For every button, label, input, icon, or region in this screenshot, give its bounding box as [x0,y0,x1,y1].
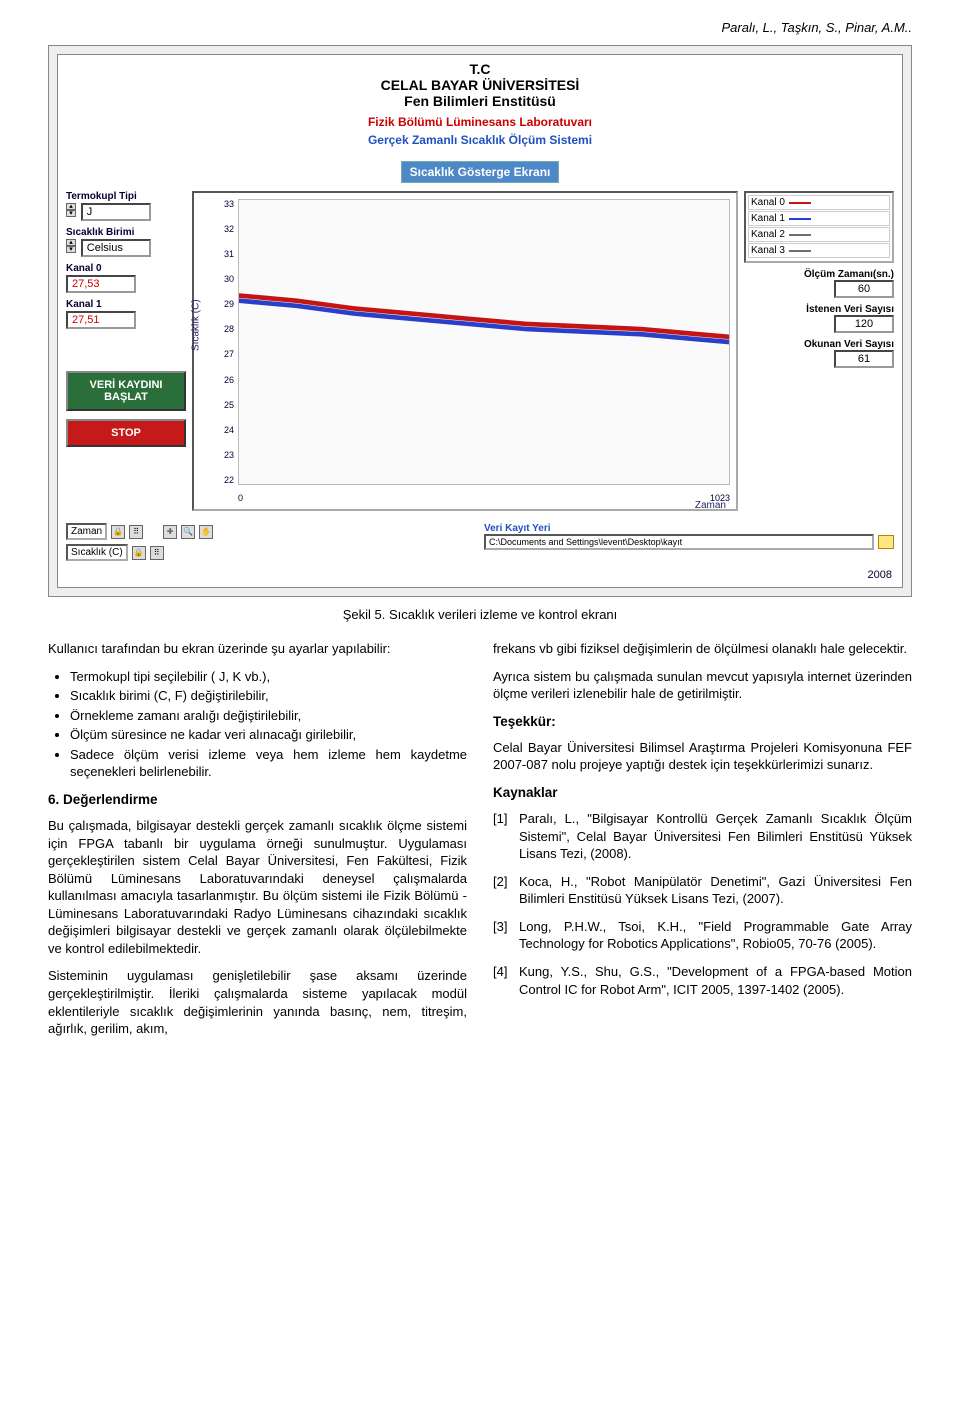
zoom-tool-icon[interactable]: 🔍 [181,525,195,539]
reference-item: [4]Kung, Y.S., Shu, G.S., "Development o… [493,963,912,998]
wanted-count-input[interactable]: 120 [834,315,894,333]
temp-unit-select[interactable]: Celsius [81,239,151,257]
legend-item-2: Kanal 2 [748,227,890,242]
thermocouple-stepper[interactable]: ▴▾ [66,203,78,217]
paragraph: Sisteminin uygulaması genişletilebilir ş… [48,967,467,1037]
x-ticks: 0 1023 [238,493,730,503]
temp-unit-stepper[interactable]: ▴▾ [66,239,78,253]
display-title: Sıcaklık Gösterge Ekranı [401,161,560,183]
format-icon[interactable]: ⠿ [150,546,164,560]
app-header: T.C CELAL BAYAR ÜNİVERSİTESİ Fen Bilimle… [58,55,902,157]
channel-0-label: Kanal 0 [66,263,186,274]
thermocouple-type-label: Termokupl Tipi [66,191,186,202]
plot-area [238,199,730,485]
measure-time-input[interactable]: 60 [834,280,894,298]
lock-icon[interactable]: 🔒 [132,546,146,560]
paragraph: Bu çalışmada, bilgisayar destekli gerçek… [48,817,467,957]
x-axis-label: Zaman [695,500,726,511]
header-line-1b: CELAL BAYAR ÜNİVERSİTESİ [66,77,894,93]
channel-1-label: Kanal 1 [66,299,186,310]
wanted-count-label: İstenen Veri Sayısı [744,304,894,315]
read-count-value: 61 [834,350,894,368]
paragraph: Kullanıcı tarafından bu ekran üzerinde ş… [48,640,467,658]
right-panel: Kanal 0 Kanal 1 Kanal 2 Kanal 3 Ölçüm Za… [744,191,894,511]
section-heading-thanks: Teşekkür: [493,713,912,731]
read-count-label: Okunan Veri Sayısı [744,339,894,350]
pan-tool-icon[interactable]: ✋ [199,525,213,539]
axis-controls: Zaman 🔒 ⠿ ✛ 🔍 ✋ Sıcaklık (C) 🔒 ⠿ [66,523,476,561]
x-axis-select[interactable]: Zaman [66,523,107,540]
start-record-button[interactable]: VERİ KAYDINI BAŞLAT [66,371,186,411]
figure-screenshot: T.C CELAL BAYAR ÜNİVERSİTESİ Fen Bilimle… [48,45,912,597]
cursor-tool-icon[interactable]: ✛ [163,525,177,539]
figure-caption: Şekil 5. Sıcaklık verileri izleme ve kon… [48,607,912,622]
reference-item: [2]Koca, H., "Robot Manipülatör Denetimi… [493,873,912,908]
list-item: Örnekleme zamanı aralığı değiştirilebili… [70,707,467,725]
legend-swatch-icon [789,202,811,204]
save-path-area: Veri Kayıt Yeri C:\Documents and Setting… [484,523,894,561]
column-left: Kullanıcı tarafından bu ekran üzerinde ş… [48,640,467,1048]
series-kanal-0 [239,296,729,337]
paragraph: frekans vb gibi fiziksel değişimlerin de… [493,640,912,658]
legend-swatch-icon [789,218,811,220]
legend-item-3: Kanal 3 [748,243,890,258]
save-path-label: Veri Kayıt Yeri [484,523,894,534]
section-heading-references: Kaynaklar [493,784,912,802]
reference-item: [3]Long, P.H.W., Tsoi, K.H., "Field Prog… [493,918,912,953]
temperature-chart: Sıcaklık (C) 3332 3130 2928 2726 2524 23… [192,191,738,511]
list-item: Sadece ölçüm verisi izleme veya hem izle… [70,746,467,781]
legend-swatch-icon [789,234,811,236]
list-item: Sıcaklık birimi (C, F) değiştirilebilir, [70,687,467,705]
header-line-1c: Fen Bilimleri Enstitüsü [66,93,894,109]
running-head: Paralı, L., Taşkın, S., Pinar, A.M.. [48,20,912,35]
legend-item-0: Kanal 0 [748,195,890,210]
list-item: Termokupl tipi seçilebilir ( J, K vb.), [70,668,467,686]
chart-legend: Kanal 0 Kanal 1 Kanal 2 Kanal 3 [744,191,894,263]
year-label: 2008 [58,569,902,587]
header-line-2: Fizik Bölümü Lüminesans Laboratuvarı [66,115,894,129]
paragraph: Ayrıca sistem bu çalışmada sunulan mevcu… [493,668,912,703]
header-line-1a: T.C [66,61,894,77]
paragraph: Celal Bayar Üniversitesi Bilimsel Araştı… [493,739,912,774]
save-path-input[interactable]: C:\Documents and Settings\levent\Desktop… [484,534,874,550]
format-icon[interactable]: ⠿ [129,525,143,539]
measure-time-label: Ölçüm Zamanı(sn.) [744,269,894,280]
y-axis-label: Sıcaklık (C) [191,299,202,351]
legend-swatch-icon [789,250,811,252]
legend-item-1: Kanal 1 [748,211,890,226]
stop-button[interactable]: STOP [66,419,186,447]
folder-browse-icon[interactable] [878,535,894,549]
header-line-3: Gerçek Zamanlı Sıcaklık Ölçüm Sistemi [66,133,894,147]
bullet-list: Termokupl tipi seçilebilir ( J, K vb.), … [48,668,467,781]
y-axis-select[interactable]: Sıcaklık (C) [66,544,128,561]
left-panel: Termokupl Tipi ▴▾ J Sıcaklık Birimi ▴▾ C… [66,191,186,511]
thermocouple-type-select[interactable]: J [81,203,151,221]
channel-0-value: 27,53 [66,275,136,293]
column-right: frekans vb gibi fiziksel değişimlerin de… [493,640,912,1048]
reference-item: [1]Paralı, L., "Bilgisayar Kontrollü Ger… [493,810,912,863]
temp-unit-label: Sıcaklık Birimi [66,227,186,238]
section-heading-evaluation: 6. Değerlendirme [48,791,467,809]
channel-1-value: 27,51 [66,311,136,329]
list-item: Ölçüm süresince ne kadar veri alınacağı … [70,726,467,744]
y-ticks: 3332 3130 2928 2726 2524 2322 [216,199,234,485]
lock-icon[interactable]: 🔒 [111,525,125,539]
